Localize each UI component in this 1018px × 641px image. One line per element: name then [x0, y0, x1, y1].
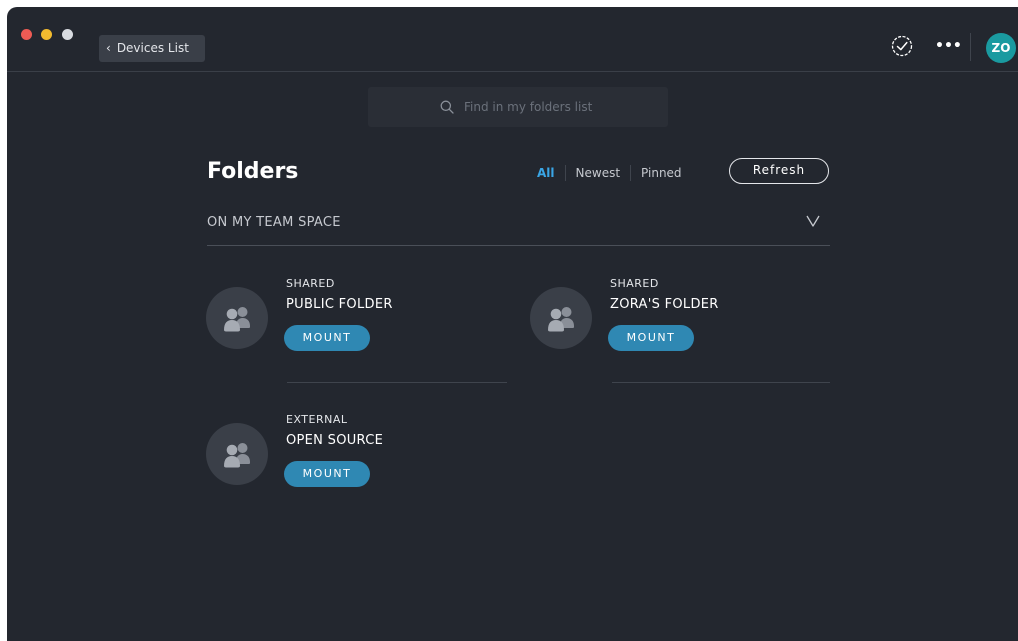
users-icon — [548, 307, 574, 332]
folder-name: OPEN SOURCE — [286, 433, 384, 448]
folder-avatar — [530, 287, 592, 349]
folder-divider — [612, 382, 830, 383]
minimize-window-button[interactable] — [41, 29, 52, 40]
folder-card: EXTERNAL OPEN SOURCE MOUNT — [206, 413, 506, 513]
zoom-window-button[interactable] — [62, 29, 73, 40]
app-window: ‹ Devices List ••• ZO Folders All Newest … — [7, 7, 1018, 641]
back-button-label: Devices List — [116, 41, 189, 55]
section-label: ON MY TEAM SPACE — [207, 215, 341, 230]
folder-type-label: EXTERNAL — [286, 413, 348, 426]
toolbar-divider — [970, 33, 971, 61]
folder-divider — [287, 382, 507, 383]
folder-search-box[interactable] — [368, 87, 668, 127]
search-input[interactable] — [464, 87, 660, 127]
title-bar: ‹ Devices List ••• ZO — [7, 7, 1018, 72]
more-horizontal-icon[interactable]: ••• — [935, 37, 962, 57]
folder-type-label: SHARED — [286, 277, 335, 290]
folder-avatar — [206, 287, 268, 349]
filter-tabs: All Newest Pinned — [537, 164, 682, 182]
filter-newest[interactable]: Newest — [576, 166, 621, 180]
users-icon — [224, 443, 250, 468]
filter-pinned[interactable]: Pinned — [641, 166, 682, 180]
close-window-button[interactable] — [21, 29, 32, 40]
user-avatar[interactable]: ZO — [986, 33, 1016, 63]
refresh-button[interactable]: Refresh — [729, 158, 829, 184]
folder-name: PUBLIC FOLDER — [286, 297, 393, 312]
filter-divider — [630, 165, 632, 181]
folder-avatar — [206, 423, 268, 485]
search-icon — [440, 100, 454, 114]
mount-button[interactable]: MOUNT — [284, 461, 370, 487]
section-team-space[interactable]: ON MY TEAM SPACE — [207, 212, 830, 246]
folder-card: SHARED ZORA'S FOLDER MOUNT — [530, 277, 830, 377]
folder-type-label: SHARED — [610, 277, 659, 290]
back-to-devices-button[interactable]: ‹ Devices List — [99, 35, 205, 62]
filter-all[interactable]: All — [537, 166, 555, 180]
page-title: Folders — [207, 159, 299, 184]
chevron-left-icon: ‹ — [106, 41, 111, 55]
mount-button[interactable]: MOUNT — [608, 325, 694, 351]
folder-card: SHARED PUBLIC FOLDER MOUNT — [206, 277, 506, 377]
mount-button[interactable]: MOUNT — [284, 325, 370, 351]
chevron-down-icon[interactable] — [806, 214, 820, 228]
filter-divider — [564, 165, 566, 181]
check-circle-icon[interactable] — [891, 35, 913, 57]
folder-name: ZORA'S FOLDER — [610, 297, 719, 312]
users-icon — [224, 307, 250, 332]
